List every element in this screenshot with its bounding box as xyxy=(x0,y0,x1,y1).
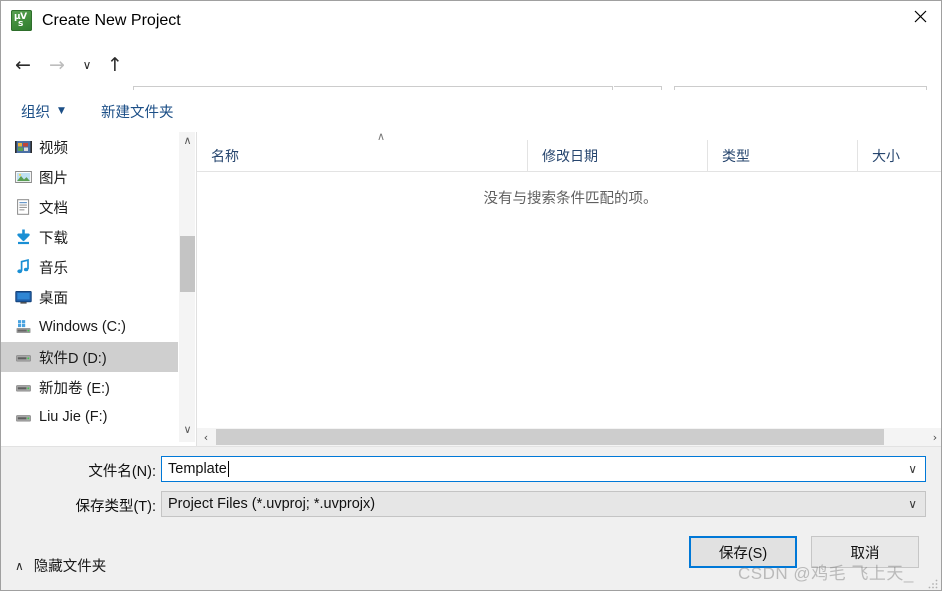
column-header-row: 名称 ∧ 修改日期 类型 大小 xyxy=(197,130,941,172)
drive-icon xyxy=(15,379,32,396)
scroll-left-icon[interactable]: ‹ xyxy=(197,428,215,446)
create-new-project-dialog: μVs Create New Project ← → ∨ ↑ « 实验 0-1 … xyxy=(0,0,942,591)
sidebar-scrollbar[interactable]: ∧ ∨ xyxy=(178,132,195,442)
window-title: Create New Project xyxy=(42,11,181,29)
column-header-label: 修改日期 xyxy=(542,147,598,164)
text-cursor xyxy=(227,461,229,477)
filename-dropdown-icon[interactable]: ∨ xyxy=(908,462,917,476)
sidebar-item-label: 新加卷 (E:) xyxy=(39,380,110,397)
sidebar-item-3[interactable]: 下载 xyxy=(1,222,178,252)
empty-results-message: 没有与搜索条件匹配的项。 xyxy=(483,191,658,207)
hide-folders-toggle[interactable]: ∧ 隐藏文件夹 xyxy=(15,555,106,576)
column-header-label: 类型 xyxy=(722,147,750,164)
videos-icon xyxy=(15,139,32,156)
sidebar-item-label: 桌面 xyxy=(39,290,68,307)
hide-folders-label: 隐藏文件夹 xyxy=(33,559,107,575)
sidebar-item-label: Liu Jie (F:) xyxy=(39,409,108,425)
sidebar-item-5[interactable]: 桌面 xyxy=(1,282,178,312)
sidebar-item-label: 音乐 xyxy=(39,260,68,277)
column-header-1[interactable]: 修改日期 xyxy=(527,140,707,171)
chevron-up-icon: ∧ xyxy=(15,558,24,573)
sidebar-scroll-thumb[interactable] xyxy=(180,236,195,292)
os-drive-icon xyxy=(15,319,32,336)
organize-button[interactable]: 组织 ▼ xyxy=(21,99,65,123)
drive-icon xyxy=(15,349,32,366)
filetype-label: 保存类型(T): xyxy=(75,499,156,515)
navigation-sidebar: 视频图片文档下载音乐桌面 Windows (C:) 软件D (D:) 新加卷 (E:)… xyxy=(1,132,178,446)
recent-locations-icon[interactable]: ∨ xyxy=(73,50,101,80)
filename-value: Template xyxy=(168,461,227,477)
scroll-up-icon[interactable]: ∧ xyxy=(179,132,196,149)
filename-label: 文件名(N): xyxy=(88,464,156,480)
filetype-dropdown-icon[interactable]: ∨ xyxy=(908,497,917,511)
sidebar-item-label: 图片 xyxy=(39,170,68,187)
documents-icon xyxy=(15,199,32,216)
column-header-label: 名称 xyxy=(211,147,239,164)
horizontal-scroll-thumb[interactable] xyxy=(216,429,884,445)
scroll-right-icon[interactable]: › xyxy=(926,428,941,446)
column-header-2[interactable]: 类型 xyxy=(707,140,857,171)
drive-icon xyxy=(15,409,32,426)
sidebar-item-label: Windows (C:) xyxy=(39,319,127,335)
new-folder-button[interactable]: 新建文件夹 xyxy=(101,99,174,123)
file-list-horizontal-scrollbar[interactable]: ‹ › xyxy=(197,428,941,446)
filename-input[interactable]: Template ∨ xyxy=(161,456,926,482)
dialog-footer: 文件名(N): Template ∨ 保存类型(T): Project File… xyxy=(1,446,941,590)
chevron-down-icon: ▼ xyxy=(58,106,65,116)
sidebar-item-6[interactable]: Windows (C:) xyxy=(1,312,178,342)
sidebar-item-label: 视频 xyxy=(39,140,68,157)
keil-uvision-icon: μV s xyxy=(11,10,32,31)
desktop-icon xyxy=(15,289,32,306)
dialog-body: 视频图片文档下载音乐桌面 Windows (C:) 软件D (D:) 新加卷 (E:)… xyxy=(1,130,941,446)
address-bar-row: ← → ∨ ↑ « 实验 0-1 Template 工程模板 › USER ∨ … xyxy=(1,40,941,121)
sidebar-item-label: 软件D (D:) xyxy=(39,350,107,367)
filetype-select[interactable]: Project Files (*.uvproj; *.uvprojx) ∨ xyxy=(161,491,926,517)
pictures-icon xyxy=(15,169,32,186)
toolbar: 组织 ▼ 新建文件夹 ▼ ? xyxy=(1,90,941,211)
file-list-pane: 名称 ∧ 修改日期 类型 大小 没有与搜索条件匹配的项。 ‹ › xyxy=(196,130,941,446)
sidebar-item-2[interactable]: 文档 xyxy=(1,192,178,222)
up-icon[interactable]: ↑ xyxy=(101,50,129,80)
sidebar-item-9[interactable]: Liu Jie (F:) xyxy=(1,402,178,432)
resize-grip-icon[interactable] xyxy=(927,578,939,590)
forward-icon[interactable]: → xyxy=(43,50,71,80)
sidebar-item-7[interactable]: 软件D (D:) xyxy=(1,342,178,372)
close-icon[interactable] xyxy=(897,1,941,32)
column-header-0[interactable]: 名称 ∧ xyxy=(197,130,527,171)
organize-label: 组织 xyxy=(21,104,50,121)
filetype-value: Project Files (*.uvproj; *.uvprojx) xyxy=(168,496,376,512)
save-button[interactable]: 保存(S) xyxy=(689,536,797,568)
column-header-3[interactable]: 大小 xyxy=(857,140,941,171)
music-icon xyxy=(15,259,32,276)
sidebar-item-0[interactable]: 视频 xyxy=(1,132,178,162)
cancel-button[interactable]: 取消 xyxy=(811,536,919,568)
sidebar-item-label: 下载 xyxy=(39,230,68,247)
downloads-icon xyxy=(15,229,32,246)
sort-ascending-icon: ∧ xyxy=(377,130,386,143)
column-header-label: 大小 xyxy=(872,147,900,164)
back-icon[interactable]: ← xyxy=(9,50,37,80)
sidebar-item-1[interactable]: 图片 xyxy=(1,162,178,192)
sidebar-item-8[interactable]: 新加卷 (E:) xyxy=(1,372,178,402)
scroll-down-icon[interactable]: ∨ xyxy=(179,421,196,438)
title-bar: μV s Create New Project xyxy=(1,1,941,40)
sidebar-item-label: 文档 xyxy=(39,200,68,217)
sidebar-item-4[interactable]: 音乐 xyxy=(1,252,178,282)
